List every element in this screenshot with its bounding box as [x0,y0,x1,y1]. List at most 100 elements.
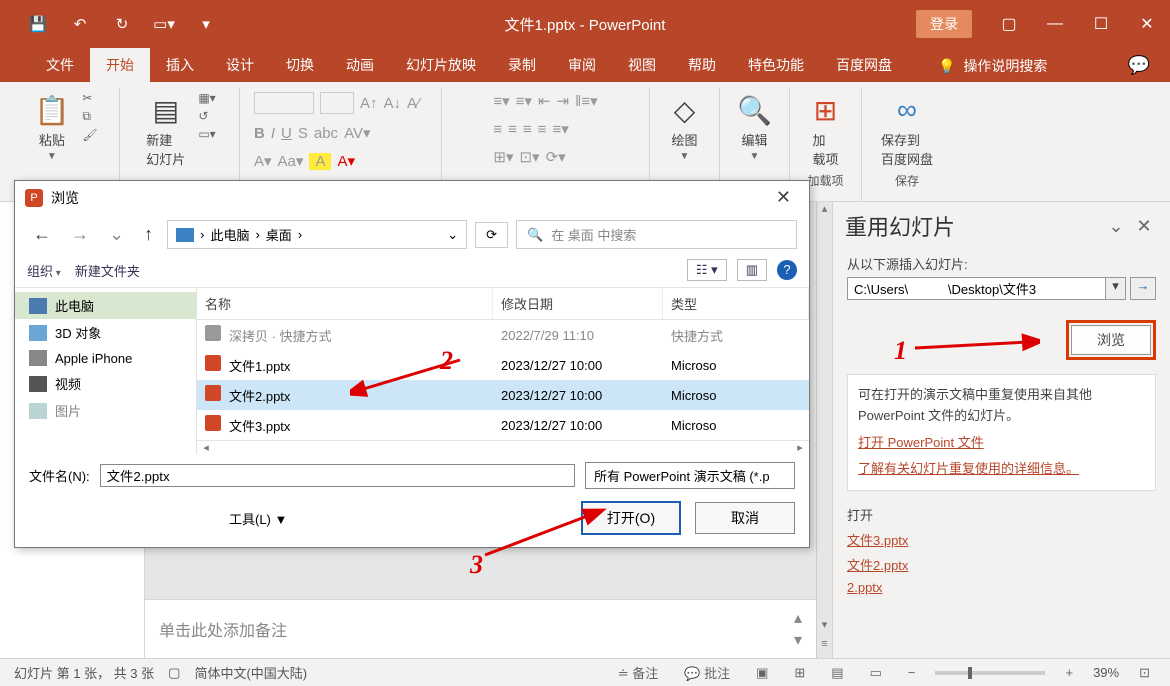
copy-icon[interactable]: ⧉ [79,108,100,125]
forward-icon[interactable]: → [65,222,95,247]
section-icon[interactable]: ▭▾ [195,126,218,142]
browse-button[interactable]: 浏览 [1071,325,1151,355]
fit-window-icon[interactable]: ⊡ [1133,665,1156,681]
normal-view-icon[interactable]: ▣ [750,665,774,681]
recent-item[interactable]: 2.pptx [847,580,1156,595]
col-type[interactable]: 类型 [663,288,809,319]
redo-icon[interactable]: ↻ [104,6,140,42]
format-painter-icon[interactable]: 🖌 [79,127,100,143]
tab-slideshow[interactable]: 幻灯片放映 [390,48,492,82]
tab-special[interactable]: 特色功能 [732,48,820,82]
undo-icon[interactable]: ↶ [62,6,98,42]
help-icon[interactable]: ? [777,260,797,280]
tab-design[interactable]: 设计 [210,48,270,82]
new-folder-button[interactable]: 新建文件夹 [75,261,140,280]
folder-tree[interactable]: 此电脑 3D 对象 Apple iPhone 视频 图片 [15,288,197,454]
paste-label: 粘贴 [39,130,65,149]
source-path-input[interactable] [847,277,1106,300]
close-icon[interactable]: ✕ [1124,2,1170,46]
crumb-pc[interactable]: 此电脑 [210,225,249,244]
filetype-filter[interactable]: 所有 PowerPoint 演示文稿 (*.p [585,462,795,489]
go-button[interactable]: → [1130,277,1156,300]
back-icon[interactable]: ← [27,222,57,247]
search-box[interactable]: 🔍 在 桌面 中搜索 [516,220,797,249]
cut-icon[interactable]: ✂ [79,90,100,106]
filename-input[interactable] [100,464,575,487]
tree-pic[interactable]: 图片 [55,401,81,420]
tab-file[interactable]: 文件 [30,48,90,82]
zoom-level[interactable]: 39% [1093,665,1119,680]
close-pane-icon[interactable]: ✕ [1130,216,1158,237]
tab-review[interactable]: 审阅 [552,48,612,82]
list-item[interactable]: 深拷贝 · 快捷方式 2022/7/29 11:10 快捷方式 [197,320,809,350]
recent-item[interactable]: 文件3.pptx [847,530,1156,549]
zoom-out-icon[interactable]: − [902,665,922,680]
reading-view-icon[interactable]: ▤ [825,665,849,681]
paste-button[interactable]: 📋 粘贴 ▼ [28,90,75,164]
horizontal-scrollbar[interactable]: ◂▸ [197,440,809,454]
language[interactable]: 简体中文(中国大陆) [194,663,307,682]
tree-thispc[interactable]: 此电脑 [55,296,94,315]
open-button[interactable]: 打开(O) [581,501,681,535]
crumb-desktop[interactable]: 桌面 [266,225,292,244]
tab-insert[interactable]: 插入 [150,48,210,82]
view-mode-button[interactable]: ☷ ▾ [687,259,727,281]
tree-video[interactable]: 视频 [55,374,81,393]
vertical-scrollbar[interactable]: ▴▾≡ [816,202,832,658]
start-from-beginning-icon[interactable]: ▭▾ [146,6,182,42]
comments-toggle[interactable]: 💬 批注 [678,663,736,682]
minimize-icon[interactable]: — [1032,2,1078,46]
addins-icon: ⊞ [814,92,837,128]
reset-icon[interactable]: ↺ [195,108,218,124]
preview-pane-button[interactable]: ▥ [737,259,767,281]
tab-transition[interactable]: 切换 [270,48,330,82]
up-icon[interactable]: ↑ [138,222,159,247]
tree-3d[interactable]: 3D 对象 [55,323,101,342]
zoom-in-icon[interactable]: + [1059,665,1079,680]
comments-icon[interactable]: 💬 [1108,49,1170,82]
drawing-button[interactable]: ◇ 绘图 ▼ [665,90,703,164]
editing-button[interactable]: 🔍 编辑 ▼ [731,90,778,164]
col-name[interactable]: 名称 [197,288,493,319]
list-item-selected[interactable]: 文件2.pptx 2023/12/27 10:00 Microso [197,380,809,410]
zoom-slider[interactable] [935,671,1045,675]
tree-iphone[interactable]: Apple iPhone [55,351,132,366]
notes-toggle[interactable]: ≐ 备注 [612,663,665,682]
organize-menu[interactable]: 组织 [27,261,61,280]
save-icon[interactable]: 💾 [20,6,56,42]
recent-item[interactable]: 文件2.pptx [847,555,1156,574]
tab-baidudisk[interactable]: 百度网盘 [820,48,908,82]
recent-locations-icon[interactable]: ⌄ [103,222,130,247]
path-dropdown[interactable]: ▾ [1106,277,1126,300]
tab-view[interactable]: 视图 [612,48,672,82]
sorter-view-icon[interactable]: ⊞ [788,665,811,681]
qat-more-icon[interactable]: ▾ [188,6,224,42]
new-slide-button[interactable]: ▤ 新建 幻灯片 [140,90,191,170]
addins-button[interactable]: ⊞ 加 载项 [806,90,844,170]
refresh-icon[interactable]: ⟳ [475,222,508,248]
dialog-close-icon[interactable]: ✕ [768,187,799,208]
tab-help[interactable]: 帮助 [672,48,732,82]
col-date[interactable]: 修改日期 [493,288,663,319]
tab-animation[interactable]: 动画 [330,48,390,82]
list-item[interactable]: 文件1.pptx 2023/12/27 10:00 Microso [197,350,809,380]
save-baidu-button[interactable]: ∞ 保存到 百度网盘 [875,90,939,170]
file-list[interactable]: 名称 修改日期 类型 深拷贝 · 快捷方式 2022/7/29 11:10 快捷… [197,288,809,454]
tab-record[interactable]: 录制 [492,48,552,82]
list-item[interactable]: 文件3.pptx 2023/12/27 10:00 Microso [197,410,809,440]
cancel-button[interactable]: 取消 [695,502,795,534]
tell-me[interactable]: 💡 操作说明搜索 [928,50,1057,82]
open-pptx-link[interactable]: 打开 PowerPoint 文件 [858,433,1145,454]
chevron-down-icon[interactable]: ⌄ [1102,216,1130,237]
notes-pane[interactable]: 单击此处添加备注 ▴▾ [145,599,816,658]
layout-icon[interactable]: ▦▾ [195,90,218,106]
login-button[interactable]: 登录 [916,10,972,38]
address-bar[interactable]: › 此电脑 › 桌面 › ⌄ [167,220,467,249]
tab-home[interactable]: 开始 [90,48,150,82]
maximize-icon[interactable]: ☐ [1078,2,1124,46]
learn-more-link[interactable]: 了解有关幻灯片重复使用的详细信息。 [858,459,1145,480]
tools-menu[interactable]: 工具(L) ▼ [229,509,287,528]
slideshow-view-icon[interactable]: ▭ [864,665,888,681]
spellcheck-icon[interactable]: ▢ [168,665,180,681]
ribbon-display-icon[interactable]: ▢ [986,2,1032,46]
